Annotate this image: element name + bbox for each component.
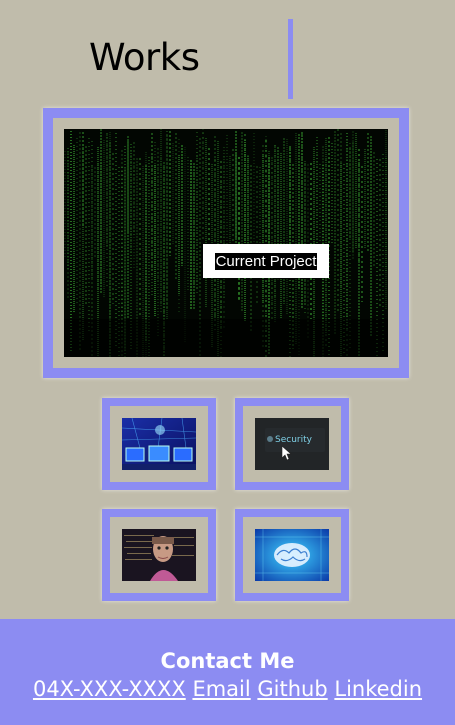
phone-link[interactable]: 04X-XXX-XXXX (33, 677, 186, 701)
featured-project-label-text: Current Project (214, 252, 318, 270)
featured-project-label[interactable]: Current Project (203, 244, 329, 278)
svg-text:Security: Security (275, 435, 313, 445)
github-link[interactable]: Github (257, 677, 327, 701)
contact-links: 04X-XXX-XXXX Email Github Linkedin (0, 677, 455, 701)
matrix-code-image[interactable]: Current Project (64, 129, 388, 357)
contact-title: Contact Me (160, 649, 295, 673)
matrix-code-graphic (64, 129, 388, 357)
matrix-bottom-fade (64, 319, 388, 357)
digital-brain-image[interactable] (255, 529, 329, 581)
contact-footer: Contact Me 04X-XXX-XXXX Email Github Lin… (0, 619, 455, 725)
project-thumbnail-3[interactable] (102, 509, 216, 601)
security-key-image[interactable]: Security (255, 418, 329, 470)
project-thumbnail-4[interactable] (235, 509, 349, 601)
email-link[interactable]: Email (192, 677, 250, 701)
featured-project-card[interactable]: Current Project (43, 108, 409, 378)
page-header: Works (0, 0, 455, 110)
header-divider (288, 19, 293, 99)
project-thumbnail-1[interactable] (102, 398, 216, 490)
project-thumbnail-2[interactable]: Security (235, 398, 349, 490)
linkedin-link[interactable]: Linkedin (334, 677, 422, 701)
monitors-network-image[interactable] (122, 418, 196, 470)
page-title: Works (89, 36, 200, 79)
robot-face-image[interactable] (122, 529, 196, 581)
